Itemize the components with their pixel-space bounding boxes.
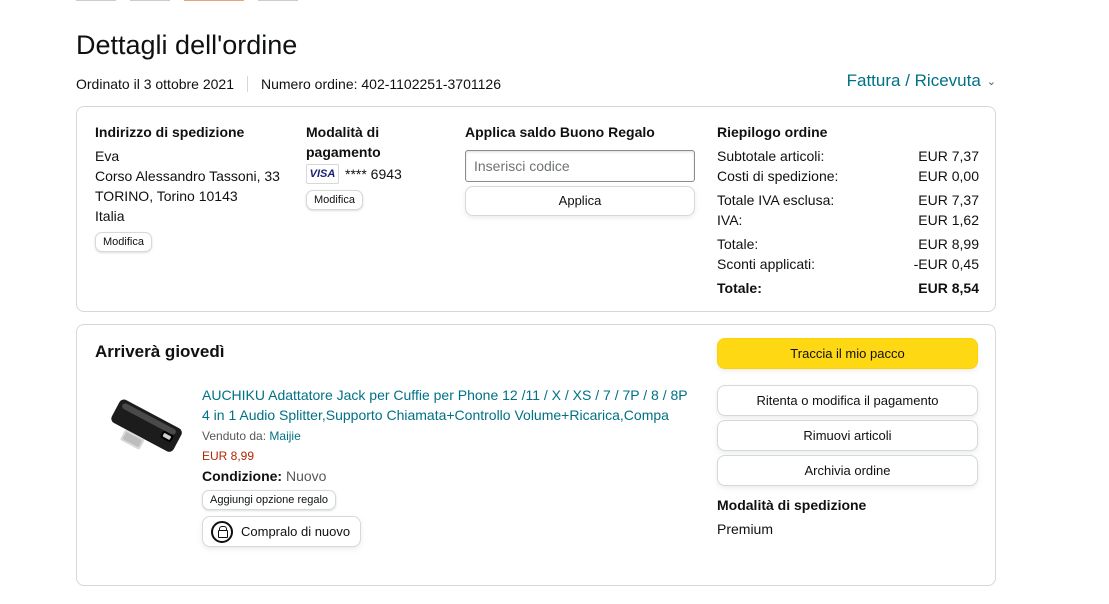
delivery-box: Arriverà giovedì AUCHIKU Adattatore Jack…: [76, 324, 996, 586]
summary-label: Sconti applicati:: [717, 256, 816, 272]
address-country: Italia: [95, 208, 125, 224]
retry-payment-button[interactable]: Ritenta o modifica il pagamento: [717, 385, 978, 416]
product-image[interactable]: [105, 391, 189, 463]
address-name: Eva: [95, 148, 120, 164]
order-actions: Traccia il mio pacco Ritenta o modifica …: [717, 338, 978, 539]
condition-value: Nuovo: [286, 468, 327, 484]
visa-icon: VISA: [306, 164, 339, 184]
summary-row-vat: IVA: EUR 1,62: [717, 210, 979, 230]
order-date: Ordinato il 3 ottobre 2021: [76, 76, 234, 92]
product-price: EUR 8,99: [202, 449, 255, 463]
buy-again-icon: [211, 520, 233, 543]
add-gift-option-button[interactable]: Aggiungi opzione regalo: [202, 490, 337, 510]
summary-row-shipping: Costi di spedizione: EUR 0,00: [717, 166, 979, 186]
delivery-title: Arriverà giovedì: [95, 342, 225, 361]
summary-label: Subtotale articoli:: [717, 148, 825, 164]
payment-card: VISA **** 6943: [306, 164, 436, 184]
buy-again-label: Compralo di nuovo: [241, 524, 351, 539]
shipping-address-section: Indirizzo di spedizione Eva Corso Alessa…: [95, 122, 295, 252]
chevron-down-icon: ⌄: [986, 75, 996, 88]
summary-row-grand-total: Totale: EUR 8,54: [717, 278, 979, 298]
product-condition: Condizione: Nuovo: [202, 466, 692, 486]
payment-title: Modalità di pagamento: [306, 124, 381, 160]
shipping-method-value: Premium: [717, 521, 774, 537]
archive-order-button[interactable]: Archivia ordine: [717, 455, 978, 486]
product-title-link[interactable]: AUCHIKU Adattatore Jack per Cuffie per P…: [202, 385, 692, 425]
card-number: **** 6943: [345, 166, 402, 182]
summary-row-total: Totale: EUR 8,99: [717, 234, 979, 254]
remove-items-button[interactable]: Rimuovi articoli: [717, 420, 978, 451]
invoice-dropdown[interactable]: Fattura / Ricevuta ⌄: [847, 71, 996, 91]
summary-row-net: Totale IVA esclusa: EUR 7,37: [717, 190, 979, 210]
order-info-box: Indirizzo di spedizione Eva Corso Alessa…: [76, 106, 996, 312]
address-street: Corso Alessandro Tassoni, 33: [95, 168, 280, 184]
shipping-method-title: Modalità di spedizione: [717, 497, 867, 513]
shipping-address-title: Indirizzo di spedizione: [95, 124, 245, 140]
summary-label: Costi di spedizione:: [717, 168, 839, 184]
summary-label: Totale IVA esclusa:: [717, 192, 835, 208]
address-city: TORINO, Torino 10143: [95, 188, 238, 204]
edit-address-button[interactable]: Modifica: [95, 232, 152, 252]
order-summary-section: Riepilogo ordine Subtotale articoli: EUR…: [717, 122, 979, 298]
gift-card-title: Applica saldo Buono Regalo: [465, 124, 655, 140]
summary-value: EUR 8,54: [918, 280, 979, 296]
edit-payment-button[interactable]: Modifica: [306, 190, 363, 210]
summary-value: EUR 1,62: [918, 212, 979, 228]
payment-section: Modalità di pagamento VISA **** 6943 Mod…: [306, 122, 436, 210]
apply-gift-button[interactable]: Applica: [465, 186, 695, 216]
summary-label: Totale:: [717, 236, 759, 252]
summary-value: EUR 7,37: [918, 192, 979, 208]
page-title: Dettagli dell'ordine: [76, 30, 298, 60]
product-info: AUCHIKU Adattatore Jack per Cuffie per P…: [202, 385, 692, 547]
seller-link[interactable]: Maijie: [269, 429, 300, 443]
order-meta: Ordinato il 3 ottobre 2021 Numero ordine…: [76, 76, 501, 92]
condition-label: Condizione:: [202, 468, 283, 484]
invoice-link-label: Fattura / Ricevuta: [846, 71, 981, 90]
sold-by: Venduto da: Maijie: [202, 426, 692, 446]
track-package-button[interactable]: Traccia il mio pacco: [717, 338, 978, 369]
summary-value: EUR 7,37: [918, 148, 979, 164]
summary-label: IVA:: [717, 212, 743, 228]
summary-value: -EUR 0,45: [913, 256, 979, 272]
gift-code-input[interactable]: [465, 150, 695, 182]
order-number: Numero ordine: 402-1102251-3701126: [261, 76, 501, 92]
summary-value: EUR 0,00: [918, 168, 979, 184]
summary-row-discount: Sconti applicati: -EUR 0,45: [717, 254, 979, 274]
summary-row-subtotal: Subtotale articoli: EUR 7,37: [717, 146, 979, 166]
meta-divider: [247, 76, 248, 92]
gift-card-section: Applica saldo Buono Regalo Applica: [465, 122, 697, 216]
sold-by-label: Venduto da:: [202, 429, 267, 443]
summary-label: Totale:: [717, 280, 762, 296]
summary-title: Riepilogo ordine: [717, 124, 828, 140]
summary-value: EUR 8,99: [918, 236, 979, 252]
buy-again-button[interactable]: Compralo di nuovo: [202, 516, 362, 547]
breadcrumb: [76, 0, 312, 2]
